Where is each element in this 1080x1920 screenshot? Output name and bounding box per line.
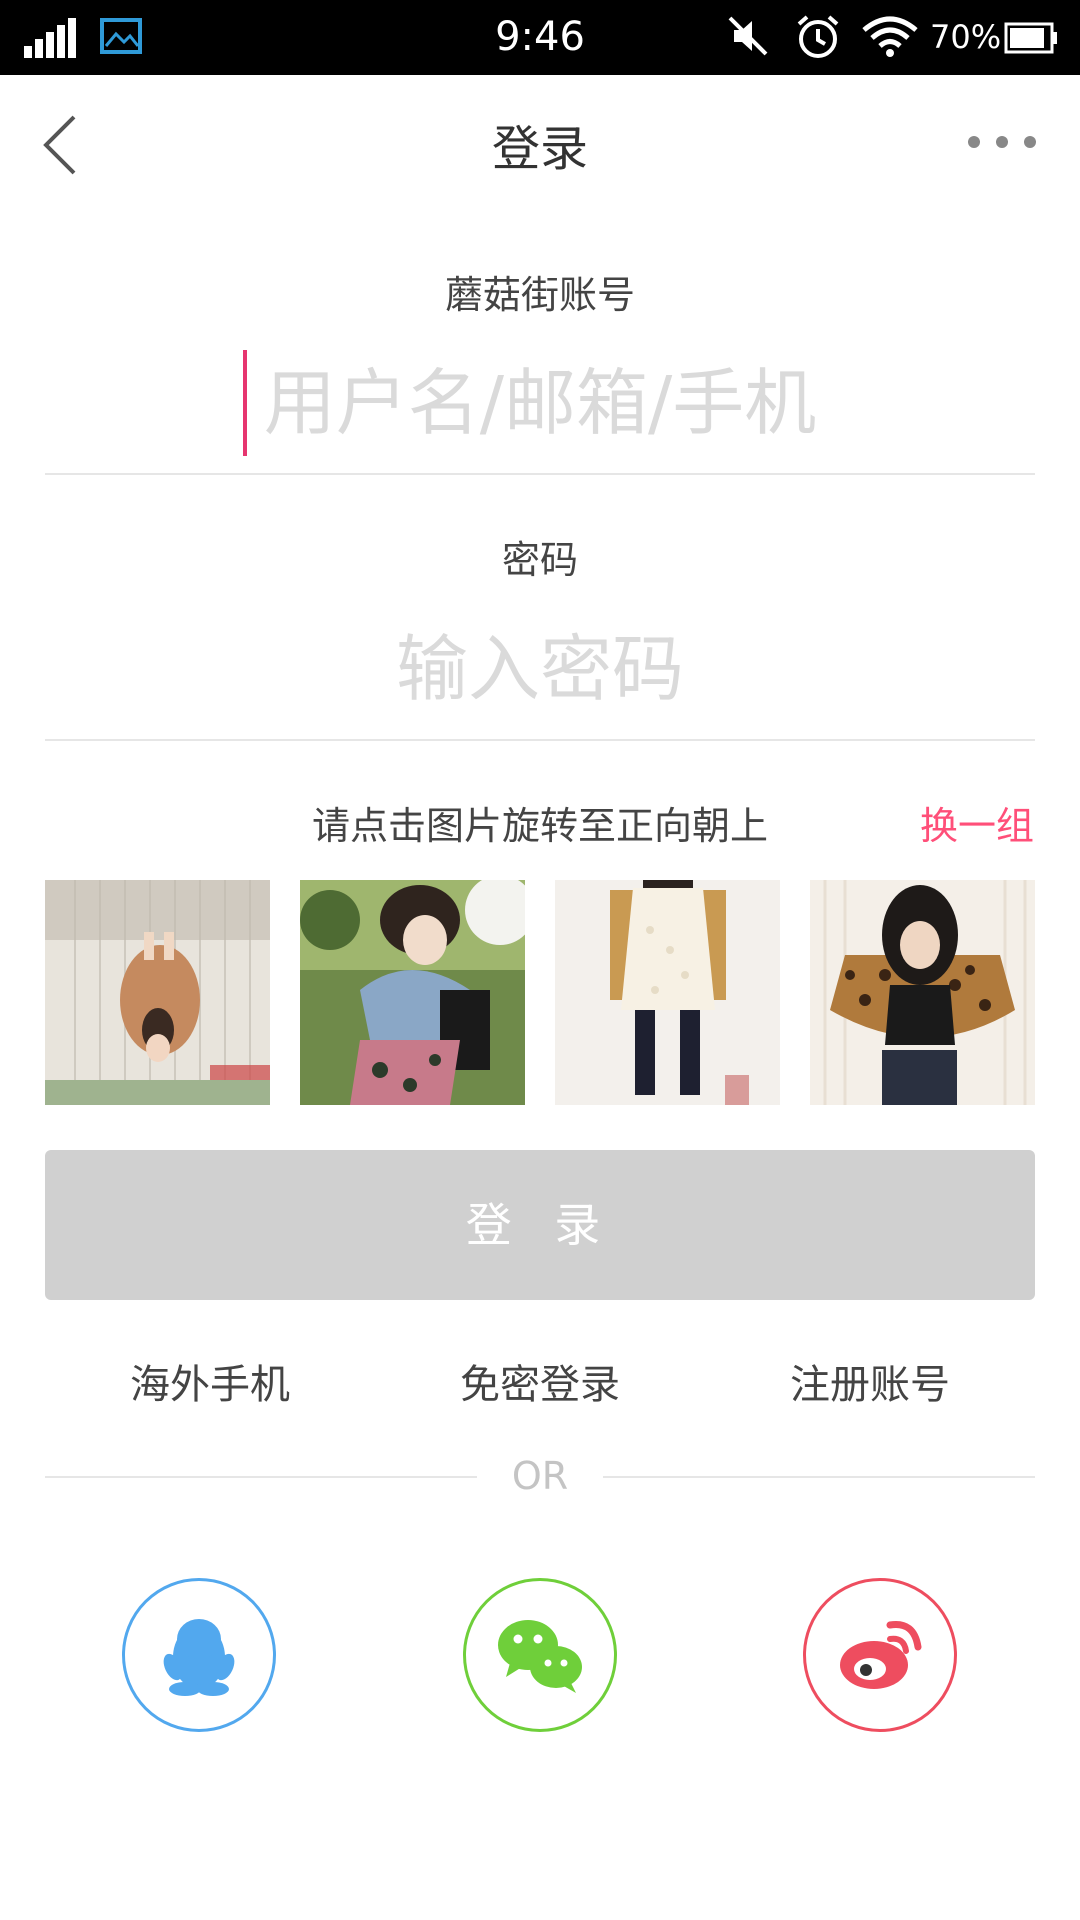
wechat-login-button[interactable] xyxy=(463,1578,617,1732)
account-input[interactable] xyxy=(45,348,1035,458)
battery-icon xyxy=(1004,22,1057,54)
photo-tile-3[interactable] xyxy=(555,880,780,1105)
photo-tile-4[interactable] xyxy=(810,880,1035,1105)
account-divider xyxy=(45,473,1035,475)
photo-tile-2[interactable] xyxy=(300,880,525,1105)
overseas-phone-link[interactable]: 海外手机 xyxy=(60,1352,360,1410)
separator-line-right xyxy=(603,1476,1035,1478)
alarm-icon xyxy=(797,15,839,58)
text-caret xyxy=(243,350,247,456)
password-label: 密码 xyxy=(501,538,578,582)
passwordless-login-link[interactable]: 免密登录 xyxy=(390,1352,690,1410)
qq-login-button[interactable] xyxy=(122,1578,276,1732)
password-divider xyxy=(45,739,1035,741)
more-dots-icon[interactable] xyxy=(966,130,1040,154)
refresh-captcha-link[interactable]: 换一组 xyxy=(920,795,1034,850)
login-button[interactable]: 登 录 xyxy=(45,1150,1035,1300)
wechat-icon xyxy=(498,1620,582,1693)
mute-icon xyxy=(728,16,768,56)
photo-tile-4-image xyxy=(810,880,1035,1105)
qq-penguin-icon xyxy=(163,1619,235,1696)
weibo-icon xyxy=(840,1620,922,1689)
password-input[interactable] xyxy=(45,614,1035,724)
status-bar: 9:46 70% xyxy=(0,0,1080,75)
battery-percent: 70% xyxy=(930,18,1002,56)
clock: 9:46 xyxy=(495,14,585,60)
register-link[interactable]: 注册账号 xyxy=(720,1352,1020,1410)
title-bar: 登录 xyxy=(0,75,1080,210)
photo-tile-1-image xyxy=(45,880,270,1105)
photo-tile-1[interactable] xyxy=(45,880,270,1105)
page-title: 登录 xyxy=(491,121,588,177)
photo-tile-2-image xyxy=(300,880,525,1105)
weibo-login-button[interactable] xyxy=(803,1578,957,1732)
account-label: 蘑菇街账号 xyxy=(444,273,635,317)
photo-tile-3-image xyxy=(555,880,780,1105)
wifi-icon xyxy=(862,16,918,57)
captcha-hint: 请点击图片旋转至正向朝上 xyxy=(311,804,768,848)
